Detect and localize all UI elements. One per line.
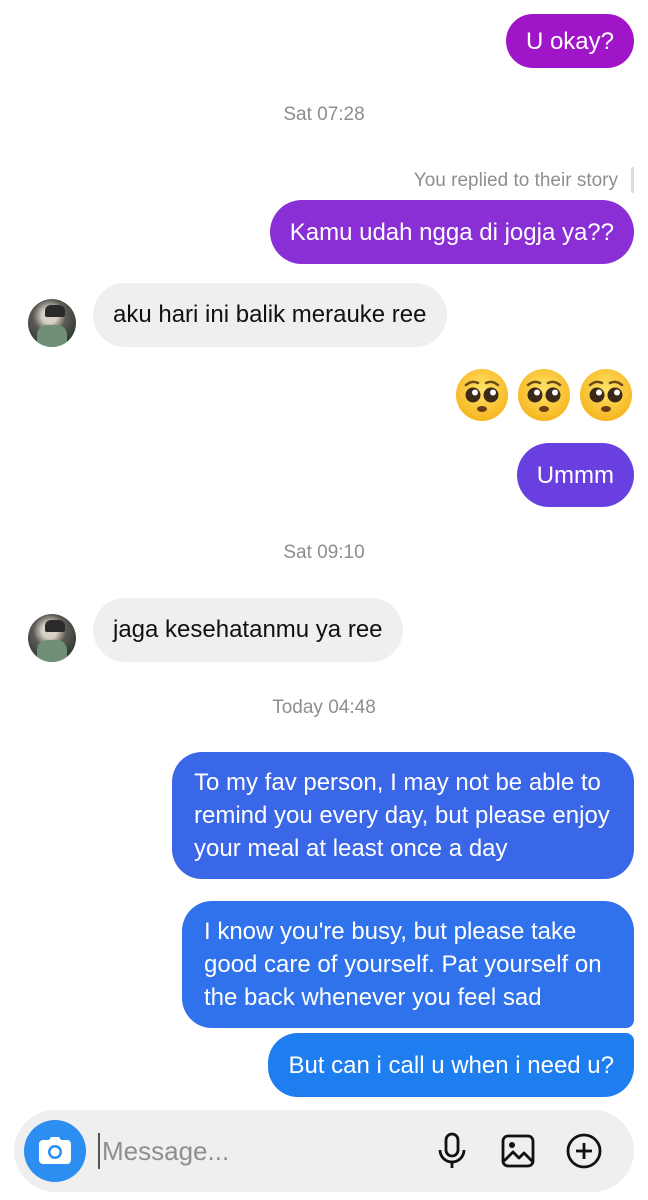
timestamp: Sat 09:10 [283, 542, 365, 563]
text-cursor [98, 1133, 100, 1169]
story-reply-note: You replied to their story [413, 170, 618, 191]
gallery-button[interactable] [498, 1131, 538, 1171]
story-reply-bar [631, 167, 634, 193]
emoji-message[interactable] [454, 367, 634, 423]
timestamp: Sat 07:28 [283, 104, 365, 125]
add-button[interactable] [564, 1131, 604, 1171]
outgoing-message[interactable]: To my fav person, I may not be able to r… [172, 752, 634, 879]
message-text: I know you're busy, but please take good… [204, 918, 602, 1011]
plus-circle-icon [566, 1133, 602, 1169]
message-text: But can i call u when i need u? [288, 1051, 614, 1079]
incoming-message[interactable]: jaga kesehatanmu ya ree [93, 598, 403, 662]
incoming-message[interactable]: aku hari ini balik merauke ree [93, 283, 447, 347]
gallery-icon [501, 1134, 535, 1168]
outgoing-message[interactable]: I know you're busy, but please take good… [182, 901, 634, 1028]
camera-button[interactable] [24, 1120, 86, 1182]
message-composer [14, 1110, 634, 1192]
outgoing-message[interactable]: Ummm [516, 443, 634, 507]
outgoing-message[interactable]: But can i call u when i need u? [268, 1033, 634, 1097]
message-text: Kamu udah ngga di jogja ya?? [289, 218, 614, 246]
message-input[interactable] [102, 1132, 422, 1170]
message-text: aku hari ini balik merauke ree [113, 301, 427, 328]
camera-icon [39, 1137, 71, 1164]
avatar[interactable] [28, 614, 76, 662]
timestamp: Today 04:48 [272, 697, 376, 718]
pleading-face-emoji [580, 369, 632, 421]
message-text: jaga kesehatanmu ya ree [113, 616, 383, 643]
microphone-button[interactable] [432, 1131, 472, 1171]
message-text: U okay? [525, 27, 614, 55]
pleading-face-emoji [456, 369, 508, 421]
outgoing-message[interactable]: U okay? [505, 14, 634, 68]
pleading-face-emoji [518, 369, 570, 421]
message-text: To my fav person, I may not be able to r… [194, 769, 610, 862]
microphone-icon [438, 1132, 466, 1168]
outgoing-message[interactable]: Kamu udah ngga di jogja ya?? [269, 200, 634, 264]
message-text: Ummm [536, 461, 614, 489]
avatar[interactable] [28, 299, 76, 347]
